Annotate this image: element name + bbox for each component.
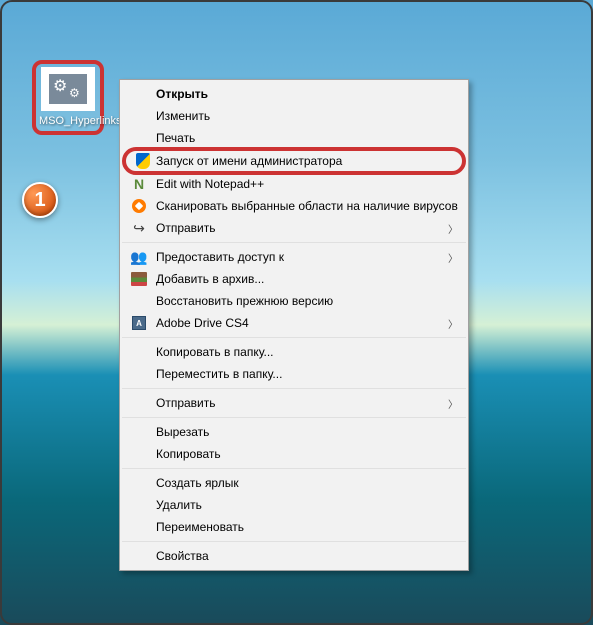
- separator: [122, 417, 466, 418]
- menu-open-label: Открыть: [156, 87, 208, 101]
- menu-edit-notepadpp[interactable]: N Edit with Notepad++: [122, 173, 466, 195]
- menu-grant-access[interactable]: 👥 Предоставить доступ к 〉: [122, 246, 466, 268]
- chevron-right-icon: 〉: [448, 316, 458, 331]
- separator: [122, 242, 466, 243]
- menu-edit-notepadpp-label: Edit with Notepad++: [156, 177, 264, 191]
- menu-delete[interactable]: Удалить: [122, 494, 466, 516]
- people-icon: 👥: [130, 248, 148, 266]
- menu-properties[interactable]: Свойства: [122, 545, 466, 567]
- menu-adobe-drive[interactable]: A Adobe Drive CS4 〉: [122, 312, 466, 334]
- context-menu: Открыть Изменить Печать Запуск от имени …: [119, 79, 469, 571]
- adobe-drive-icon: A: [130, 314, 148, 332]
- menu-rename-label: Переименовать: [156, 520, 244, 534]
- menu-copy-to-folder[interactable]: Копировать в папку...: [122, 341, 466, 363]
- gears-icon: [49, 74, 87, 104]
- menu-move-to-folder[interactable]: Переместить в папку...: [122, 363, 466, 385]
- menu-grant-access-label: Предоставить доступ к: [156, 250, 284, 264]
- menu-add-archive[interactable]: Добавить в архив...: [122, 268, 466, 290]
- menu-create-shortcut-label: Создать ярлык: [156, 476, 239, 490]
- menu-scan[interactable]: Сканировать выбранные области на наличие…: [122, 195, 466, 217]
- menu-print[interactable]: Печать: [122, 127, 466, 149]
- chevron-right-icon: 〉: [448, 396, 458, 411]
- shield-icon: [134, 152, 152, 170]
- menu-cut[interactable]: Вырезать: [122, 421, 466, 443]
- menu-add-archive-label: Добавить в архив...: [156, 272, 264, 286]
- menu-edit[interactable]: Изменить: [122, 105, 466, 127]
- desktop-file-icon[interactable]: MSO_Hyperlinks: [32, 60, 104, 135]
- chevron-right-icon: 〉: [448, 221, 458, 236]
- menu-restore-prev[interactable]: Восстановить прежнюю версию: [122, 290, 466, 312]
- menu-properties-label: Свойства: [156, 549, 209, 563]
- menu-cut-label: Вырезать: [156, 425, 209, 439]
- winrar-icon: [130, 270, 148, 288]
- menu-adobe-drive-label: Adobe Drive CS4: [156, 316, 249, 330]
- separator: [122, 337, 466, 338]
- notepadpp-icon: N: [130, 175, 148, 193]
- menu-send-to[interactable]: ↪ Отправить 〉: [122, 217, 466, 239]
- menu-open[interactable]: Открыть: [122, 83, 466, 105]
- separator: [122, 541, 466, 542]
- menu-rename[interactable]: Переименовать: [122, 516, 466, 538]
- chevron-right-icon: 〉: [448, 250, 458, 265]
- menu-run-as-admin-label: Запуск от имени администратора: [156, 154, 342, 168]
- menu-copy[interactable]: Копировать: [122, 443, 466, 465]
- avast-icon: [130, 197, 148, 215]
- menu-scan-label: Сканировать выбранные области на наличие…: [156, 199, 458, 213]
- desktop-icon-label: MSO_Hyperlinks: [39, 115, 97, 128]
- menu-copy-to-folder-label: Копировать в папку...: [156, 345, 274, 359]
- menu-delete-label: Удалить: [156, 498, 202, 512]
- menu-print-label: Печать: [156, 131, 195, 145]
- menu-copy-label: Копировать: [156, 447, 221, 461]
- menu-run-as-admin[interactable]: Запуск от имени администратора: [122, 147, 466, 175]
- menu-send-to-label: Отправить: [156, 221, 216, 235]
- menu-edit-label: Изменить: [156, 109, 210, 123]
- menu-restore-prev-label: Восстановить прежнюю версию: [156, 294, 333, 308]
- batch-file-icon: [41, 67, 95, 111]
- separator: [122, 468, 466, 469]
- menu-send-to-2-label: Отправить: [156, 396, 216, 410]
- menu-move-to-folder-label: Переместить в папку...: [156, 367, 282, 381]
- callout-1-badge: 1: [22, 182, 58, 218]
- menu-send-to-2[interactable]: Отправить 〉: [122, 392, 466, 414]
- separator: [122, 388, 466, 389]
- share-icon: ↪: [130, 219, 148, 237]
- menu-create-shortcut[interactable]: Создать ярлык: [122, 472, 466, 494]
